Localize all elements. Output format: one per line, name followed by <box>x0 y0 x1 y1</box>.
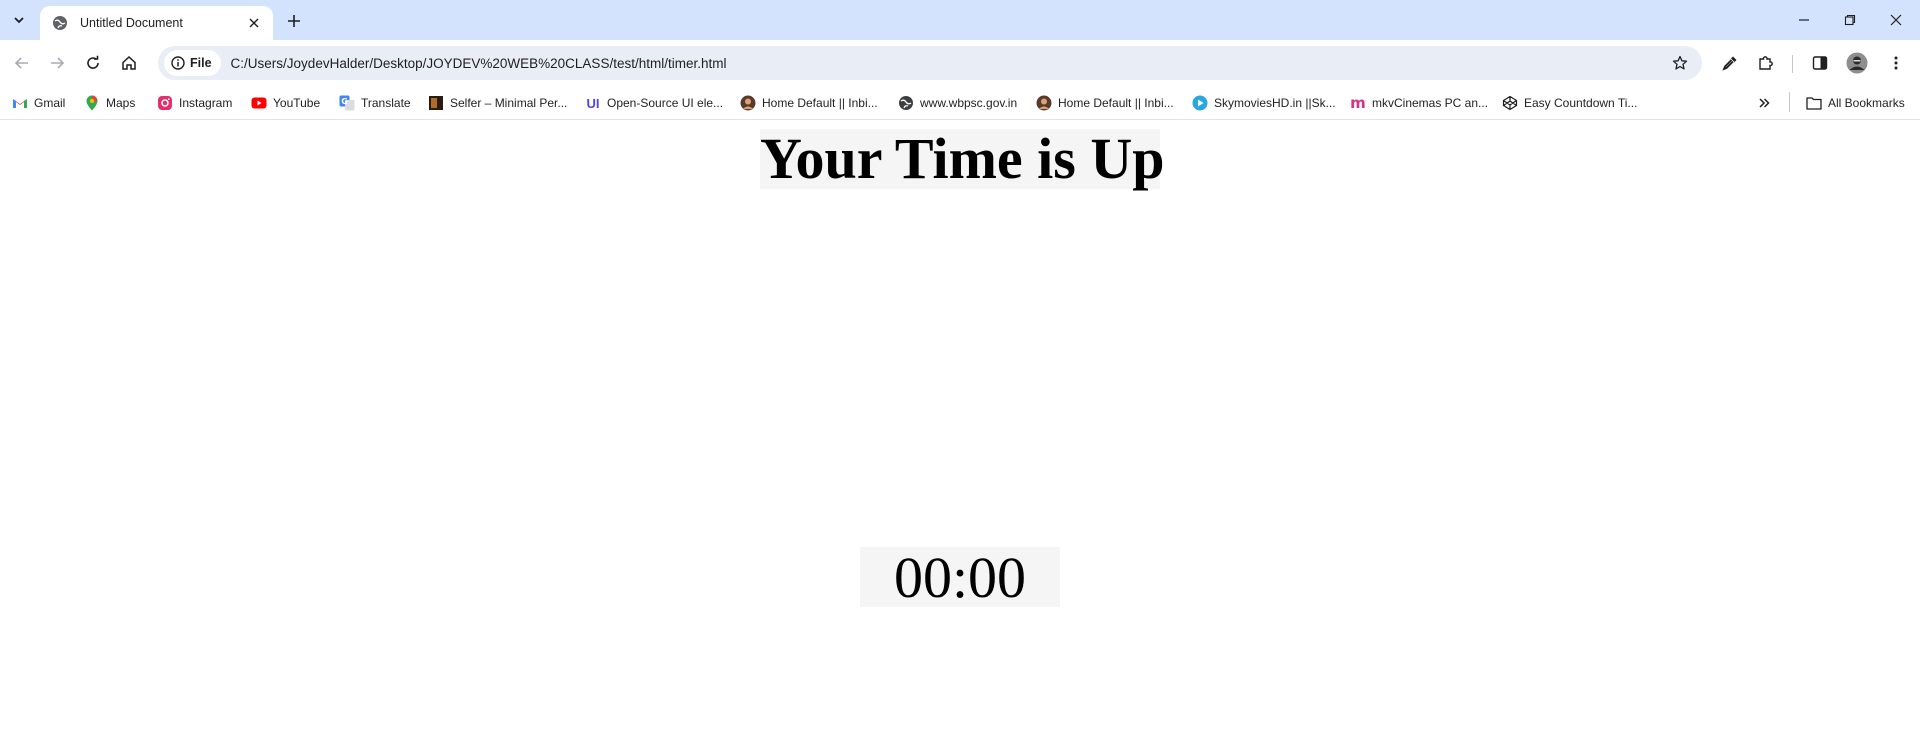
bookmark-label: www.wbpsc.gov.in <box>920 96 1018 110</box>
svg-text:G: G <box>341 97 348 106</box>
minimize-button[interactable] <box>1780 0 1828 40</box>
bookmark-label: mkvCinemas PC an... <box>1372 96 1489 110</box>
bookmark-gmail[interactable]: Gmail <box>12 92 65 114</box>
side-panel-button[interactable] <box>1806 49 1834 77</box>
bookmarks-overflow-button[interactable] <box>1756 92 1772 114</box>
bookmark-label: Translate <box>361 96 411 110</box>
m-logo-icon: m <box>1350 94 1366 112</box>
bookmark-wbpsc[interactable]: www.wbpsc.gov.in <box>898 92 1017 114</box>
globe-icon <box>898 95 914 111</box>
avatar-icon <box>740 95 756 111</box>
bookmark-label: Instagram <box>179 96 233 110</box>
ui-logo-icon: UI <box>586 95 600 111</box>
page-viewport: Your Time is Up 00:00 <box>0 121 1920 751</box>
puzzle-icon <box>1759 56 1773 70</box>
restore-button[interactable] <box>1826 0 1874 40</box>
bookmark-home-default-2[interactable]: Home Default || Inbi... <box>1036 92 1174 114</box>
plus-icon <box>288 15 300 27</box>
play-icon <box>1192 95 1208 111</box>
address-bar[interactable]: File C:/Users/JoydevHalder/Desktop/JOYDE… <box>158 46 1702 80</box>
bookmark-translate[interactable]: G Translate <box>339 92 411 114</box>
forward-button[interactable] <box>43 49 71 77</box>
tab-search-button[interactable] <box>6 8 32 32</box>
selfer-icon <box>428 95 444 111</box>
close-tab-icon[interactable] <box>245 14 263 32</box>
home-button[interactable] <box>115 49 143 77</box>
codepen-icon <box>1502 95 1518 111</box>
bookmark-label: SkymoviesHD.in ||Sk... <box>1214 96 1336 110</box>
reload-icon <box>87 55 99 69</box>
folder-icon <box>1806 95 1822 111</box>
bookmark-home-default-1[interactable]: Home Default || Inbi... <box>740 92 878 114</box>
instagram-icon <box>157 95 173 111</box>
countdown-timer: 00:00 <box>860 547 1060 609</box>
globe-icon <box>52 15 68 31</box>
bookmark-label: Home Default || Inbi... <box>1058 96 1174 110</box>
site-info-label: File <box>190 56 212 70</box>
side-panel-icon <box>1812 56 1828 70</box>
bookmark-star-icon[interactable] <box>1670 53 1690 73</box>
bookmark-skymovieshd[interactable]: SkymoviesHD.in ||Sk... <box>1192 92 1336 114</box>
close-window-button[interactable] <box>1872 0 1920 40</box>
bookmark-label: Home Default || Inbi... <box>762 96 878 110</box>
eyedropper-extension-button[interactable] <box>1716 49 1744 77</box>
bookmark-instagram[interactable]: Instagram <box>157 92 232 114</box>
all-bookmarks-button[interactable]: All Bookmarks <box>1806 92 1905 114</box>
arrow-right-icon <box>51 57 65 69</box>
site-info-chip[interactable]: File <box>164 50 221 76</box>
chevron-down-icon <box>14 17 24 24</box>
tab-active[interactable]: Untitled Document <box>40 6 273 40</box>
profile-button[interactable] <box>1843 49 1871 77</box>
bookmark-open-source-ui[interactable]: UI Open-Source UI ele... <box>585 92 724 114</box>
bookmark-label: Open-Source UI ele... <box>607 96 724 110</box>
new-tab-button[interactable] <box>282 9 306 33</box>
youtube-icon <box>251 95 267 111</box>
restore-icon <box>1844 14 1856 26</box>
bookmark-label: Gmail <box>34 96 66 110</box>
bookmark-label: Selfer – Minimal Per... <box>450 96 568 110</box>
all-bookmarks-label: All Bookmarks <box>1828 96 1905 110</box>
eyedropper-icon <box>1722 56 1737 71</box>
bookmark-mkvcinemas[interactable]: m mkvCinemas PC an... <box>1350 92 1488 114</box>
arrow-left-icon <box>14 57 28 69</box>
chrome-menu-button[interactable] <box>1882 49 1910 77</box>
bookmark-maps[interactable]: Maps <box>84 92 135 114</box>
bookmark-youtube[interactable]: YouTube <box>251 92 320 114</box>
tab-strip: Untitled Document <box>0 0 1920 40</box>
url-text[interactable]: C:/Users/JoydevHalder/Desktop/JOYDEV%20W… <box>231 56 727 71</box>
home-icon <box>122 55 136 70</box>
reload-button[interactable] <box>79 49 107 77</box>
bookmark-easy-countdown[interactable]: Easy Countdown Ti... <box>1502 92 1637 114</box>
extensions-button[interactable] <box>1752 49 1780 77</box>
avatar-icon <box>1036 95 1052 111</box>
maps-pin-icon <box>84 95 100 111</box>
toolbar-divider <box>1792 55 1793 73</box>
double-chevron-right-icon <box>1756 95 1772 111</box>
page-heading: Your Time is Up <box>760 126 1165 191</box>
bookmarks-bar: Gmail Maps Instagram YouTube G Translate… <box>0 86 1920 120</box>
bookmark-label: YouTube <box>273 96 321 110</box>
kebab-menu-icon <box>1894 56 1898 70</box>
bookmark-selfer[interactable]: Selfer – Minimal Per... <box>428 92 567 114</box>
bookmark-label: Maps <box>106 96 136 110</box>
browser-toolbar: File C:/Users/JoydevHalder/Desktop/JOYDE… <box>0 40 1920 86</box>
bookmark-label: Easy Countdown Ti... <box>1524 96 1638 110</box>
avatar <box>1846 52 1868 74</box>
tab-title: Untitled Document <box>80 16 183 30</box>
gmail-icon <box>12 95 28 111</box>
minimize-icon <box>1799 19 1809 21</box>
info-icon <box>171 56 185 70</box>
back-button[interactable] <box>8 49 36 77</box>
bookmarks-divider <box>1789 92 1790 112</box>
translate-icon: G <box>339 95 355 111</box>
close-icon <box>1890 14 1902 26</box>
